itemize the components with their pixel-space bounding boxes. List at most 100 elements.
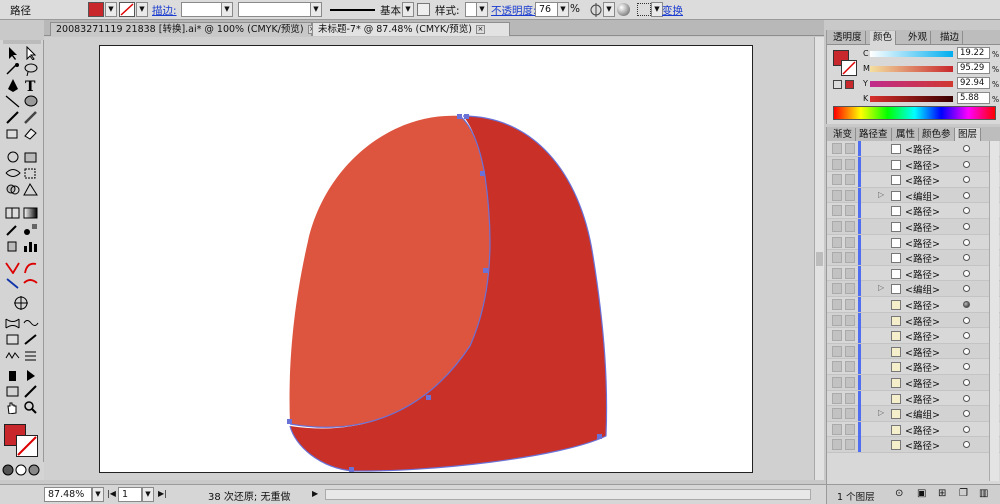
hand-tool-icon[interactable] <box>4 400 22 414</box>
lock-toggle[interactable] <box>845 377 855 388</box>
visibility-toggle[interactable] <box>832 236 842 248</box>
stroke-label[interactable]: 描边: <box>152 3 177 18</box>
align-icon[interactable] <box>637 3 651 16</box>
channel-c-value[interactable]: 19.22 <box>957 47 990 59</box>
lock-toggle[interactable] <box>845 423 855 435</box>
gradient-tool-icon[interactable] <box>22 206 40 220</box>
layer-row[interactable]: <路径> <box>827 343 1000 360</box>
crosshair-icon[interactable] <box>12 296 30 310</box>
crystallize-tool-icon[interactable] <box>4 348 22 362</box>
ellipse-tool-icon[interactable] <box>22 94 40 108</box>
target-icon[interactable] <box>963 363 970 371</box>
selection-tool-icon[interactable] <box>4 46 22 60</box>
expand-arrow-icon[interactable]: ▷ <box>878 190 884 199</box>
warp-tool-icon[interactable] <box>4 316 22 330</box>
channel-y-slider[interactable] <box>870 81 953 87</box>
lock-toggle[interactable] <box>845 158 855 170</box>
lock-toggle[interactable] <box>845 283 855 295</box>
paintbrush-icon[interactable] <box>4 110 22 124</box>
last-page-icon[interactable]: ▶| <box>158 489 167 498</box>
visibility-toggle[interactable] <box>832 283 842 295</box>
target-icon[interactable] <box>963 207 970 215</box>
opacity-label[interactable]: 不透明度: <box>491 3 537 18</box>
visibility-toggle[interactable] <box>832 330 842 342</box>
mesh-tool-icon[interactable] <box>4 206 22 220</box>
target-icon[interactable] <box>963 410 970 418</box>
anchor-point[interactable] <box>287 419 292 424</box>
blend-tool-icon[interactable] <box>22 222 40 236</box>
visibility-toggle[interactable] <box>832 361 842 373</box>
anchor-point[interactable] <box>483 268 488 273</box>
visibility-toggle[interactable] <box>832 252 842 264</box>
layer-row[interactable]: <路径> <box>827 265 1000 282</box>
close-icon[interactable]: × <box>475 25 485 34</box>
layer-row[interactable]: <路径> <box>827 156 1000 173</box>
column-graph-icon[interactable] <box>22 238 40 252</box>
page-field[interactable]: 1 <box>118 487 142 502</box>
channel-y-value[interactable]: 92.94 <box>957 77 990 89</box>
channel-k-value[interactable]: 5.88 <box>957 92 990 104</box>
stroke-color-box[interactable] <box>16 435 38 457</box>
visibility-toggle[interactable] <box>832 423 842 435</box>
eraser-alt-icon[interactable] <box>22 384 40 398</box>
target-icon[interactable] <box>963 238 970 246</box>
first-page-icon[interactable]: |◀ <box>107 489 116 498</box>
lock-toggle[interactable] <box>845 189 855 201</box>
visibility-toggle[interactable] <box>832 174 842 186</box>
layer-row[interactable]: <路径> <box>827 437 1000 453</box>
clipping-mask-icon[interactable]: ▣ <box>917 488 926 499</box>
locate-object-icon[interactable]: ⊙ <box>895 488 903 499</box>
delete-layer-icon[interactable]: ▥ <box>979 488 988 499</box>
visibility-toggle[interactable] <box>832 267 842 279</box>
layer-row[interactable]: <路径> <box>827 234 1000 251</box>
bloat-tool-icon[interactable] <box>22 332 40 346</box>
layer-row[interactable]: <路径> <box>827 421 1000 438</box>
anchor-point[interactable] <box>349 467 354 472</box>
line-tool-icon[interactable] <box>4 94 22 108</box>
lock-toggle[interactable] <box>845 330 855 342</box>
layers-scrollbar[interactable] <box>989 141 999 481</box>
target-icon[interactable] <box>963 160 970 168</box>
expand-arrow-icon[interactable]: ▷ <box>878 408 884 417</box>
horizontal-scrollbar[interactable] <box>325 489 811 500</box>
layer-row[interactable]: <路径> <box>827 390 1000 407</box>
tab-stroke[interactable]: 描边 <box>937 31 964 45</box>
lock-toggle[interactable] <box>845 174 855 186</box>
transform-link[interactable]: 变换 <box>662 3 683 18</box>
scissors-tool-icon[interactable] <box>22 276 40 290</box>
target-icon[interactable] <box>963 176 970 184</box>
scroll-thumb[interactable] <box>816 252 823 266</box>
recolor-dropdown[interactable]: ▼ <box>603 2 615 17</box>
zoom-tool-icon[interactable] <box>22 400 40 414</box>
shape-builder-icon[interactable] <box>4 182 22 196</box>
layer-row[interactable]: <路径> <box>827 250 1000 266</box>
blob-brush-icon[interactable] <box>4 126 22 140</box>
channel-m-slider[interactable] <box>870 66 953 72</box>
rotate-tool-icon[interactable] <box>4 150 22 164</box>
perspective-grid-icon[interactable] <box>22 182 40 196</box>
tab-document-2[interactable]: 未标题-7* @ 87.48% (CMYK/预览) × <box>312 22 510 36</box>
layer-row[interactable]: ▷ <编组> <box>827 406 1000 422</box>
stroke-dropdown[interactable]: ▼ <box>136 2 148 17</box>
lock-toggle[interactable] <box>845 205 855 217</box>
target-icon[interactable] <box>963 316 970 324</box>
visibility-toggle[interactable] <box>832 408 842 420</box>
layer-row[interactable]: ▷ <编组> <box>827 187 1000 204</box>
variable-width-dropdown[interactable]: ▼ <box>310 2 322 17</box>
layer-row[interactable]: <路径> <box>827 219 1000 235</box>
lock-toggle[interactable] <box>845 361 855 373</box>
panel-stroke-swatch[interactable] <box>841 60 857 76</box>
anchor-point[interactable] <box>480 171 485 176</box>
width-tool-icon[interactable] <box>4 166 22 180</box>
lock-toggle[interactable] <box>845 252 855 264</box>
target-icon[interactable] <box>963 301 970 308</box>
target-icon[interactable] <box>963 394 970 402</box>
twirl-tool-icon[interactable] <box>22 316 40 330</box>
visibility-toggle[interactable] <box>832 221 842 232</box>
magic-wand-icon[interactable] <box>4 62 22 76</box>
live-paint-select-icon[interactable] <box>22 368 40 382</box>
recolor-icon[interactable] <box>588 3 604 17</box>
lock-toggle[interactable] <box>845 392 855 404</box>
expand-arrow-icon[interactable]: ▷ <box>878 283 884 292</box>
scale-tool-icon[interactable] <box>22 150 40 164</box>
